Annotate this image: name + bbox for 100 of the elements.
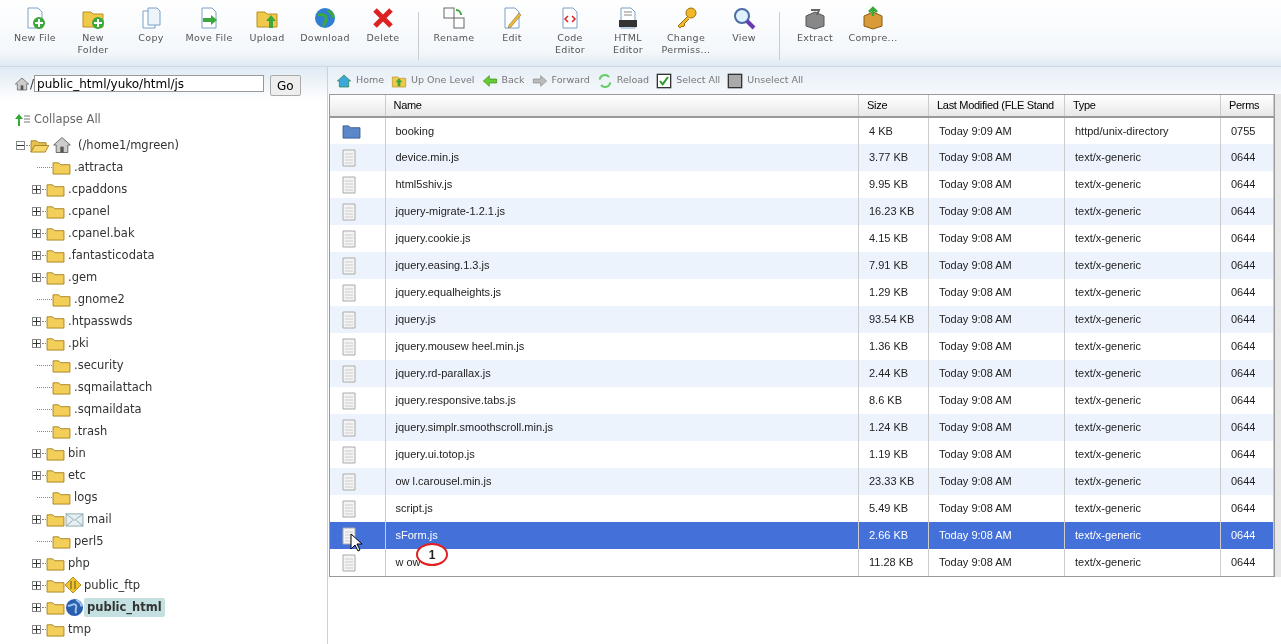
toolbar-button[interactable]: New Folder	[64, 6, 122, 66]
toolbar-button[interactable]: Edit	[483, 6, 541, 66]
tree-item[interactable]: .htpasswds	[65, 311, 136, 331]
nav-button[interactable]: Up One Level	[389, 72, 480, 89]
go-button[interactable]: Go	[270, 75, 301, 96]
file-row[interactable]: device.min.js 3.77 KB Today 9:08 AM text/x-generic 0644	[330, 144, 1274, 171]
folder-icon	[46, 599, 65, 615]
toolbar-button[interactable]: Download	[296, 6, 354, 66]
tree-item[interactable]: tmp	[65, 619, 94, 639]
tree-item[interactable]: .cpanel	[65, 201, 113, 221]
tree-item[interactable]: .cpaddons	[65, 179, 131, 199]
toolbar-button[interactable]: Move File	[180, 6, 238, 66]
expand-toggle[interactable]	[32, 558, 41, 568]
collapse-toggle[interactable]	[16, 140, 25, 150]
table-cell: device.min.js	[385, 144, 859, 171]
expand-toggle[interactable]	[32, 602, 41, 612]
tree-item[interactable]: public_html	[84, 597, 165, 617]
expand-toggle[interactable]	[32, 228, 41, 238]
expand-toggle[interactable]	[32, 580, 41, 590]
tree-item[interactable]: php	[65, 553, 93, 573]
expand-toggle[interactable]	[32, 470, 41, 480]
table-cell: 11.28 KB	[858, 549, 929, 576]
nav-button[interactable]: Unselect All	[725, 72, 809, 89]
toolbar-button[interactable]: Extract	[786, 6, 844, 66]
tree-item[interactable]: .sqmailattach	[71, 377, 156, 397]
table-cell: 1.24 KB	[858, 414, 929, 441]
tree-item[interactable]: perl5	[71, 531, 107, 551]
plus-icon	[33, 625, 40, 633]
folder-icon	[46, 445, 65, 461]
toolbar-button[interactable]: Rename	[425, 6, 483, 66]
tree-item[interactable]: .trash	[71, 421, 111, 441]
tree-item[interactable]: .gem	[65, 267, 101, 287]
toolbar-button[interactable]: Code Editor	[541, 6, 599, 66]
tree-item[interactable]: etc	[65, 465, 89, 485]
toolbar-button[interactable]: Compre...	[844, 6, 902, 66]
toolbar-button[interactable]: Copy	[122, 6, 180, 66]
file-icon	[342, 499, 356, 518]
tree-item[interactable]: mail	[84, 509, 115, 529]
forward-arrow-icon	[531, 72, 548, 89]
file-row[interactable]: sForm.js 2.66 KB Today 9:08 AM text/x-generic 0644	[330, 522, 1274, 549]
toolbar-button[interactable]: Change Permiss...	[657, 6, 715, 66]
tree-item[interactable]: .cpanel.bak	[65, 223, 138, 243]
collapse-icon	[14, 113, 30, 126]
toolbar-button[interactable]: View	[715, 6, 773, 66]
column-header[interactable]: Name	[385, 95, 859, 117]
tree-item[interactable]: .sqmaildata	[71, 399, 145, 419]
column-header[interactable]: Last Modified (FLE Stand	[928, 95, 1065, 117]
expand-toggle[interactable]	[32, 624, 41, 634]
tree-item[interactable]: public_ftp	[81, 575, 143, 595]
tree-item[interactable]: bin	[65, 443, 89, 463]
expand-toggle[interactable]	[32, 514, 41, 524]
nav-button[interactable]: Forward	[529, 72, 595, 89]
expand-toggle[interactable]	[32, 448, 41, 458]
envelope-icon	[65, 511, 84, 527]
toolbar-button[interactable]: HTML Editor	[599, 6, 657, 66]
tree-item[interactable]: (/home1/mgreen)	[75, 135, 183, 155]
nav-button[interactable]: Reload	[594, 72, 655, 89]
file-row[interactable]: jquery.simplr.smoothscroll.min.js 1.24 KB Today 9:08 AM text/x-generic 0644	[330, 414, 1274, 441]
folder-icon	[46, 247, 65, 263]
file-row[interactable]: jquery.easing.1.3.js 7.91 KB Today 9:08 AM text/x-generic 0644	[330, 252, 1274, 279]
expand-toggle[interactable]	[32, 184, 41, 194]
column-header[interactable]: Size	[858, 95, 929, 117]
expand-toggle[interactable]	[32, 206, 41, 216]
expand-toggle[interactable]	[32, 250, 41, 260]
table-cell: Today 9:08 AM	[928, 306, 1065, 333]
file-icon	[342, 445, 356, 464]
collapse-all-link[interactable]: Collapse All	[34, 111, 101, 129]
nav-button[interactable]: Select All	[654, 72, 726, 89]
folder-icon	[46, 225, 65, 241]
file-row[interactable]: jquery.js 93.54 KB Today 9:08 AM text/x-generic 0644	[330, 306, 1274, 333]
column-header[interactable]: Type	[1064, 95, 1221, 117]
file-row[interactable]: jquery-migrate-1.2.1.js 16.23 KB Today 9:08 AM text/x-generic 0644	[330, 198, 1274, 225]
file-row[interactable]: jquery.rd-parallax.js 2.44 KB Today 9:08 AM text/x-generic 0644	[330, 360, 1274, 387]
nav-button[interactable]: Home	[334, 72, 390, 89]
search-icon	[732, 6, 756, 30]
expand-toggle[interactable]	[32, 338, 41, 348]
scrollbar[interactable]	[1275, 94, 1281, 577]
plus-icon	[33, 603, 40, 611]
table-cell: 0644	[1220, 306, 1274, 333]
tree-item[interactable]: .fantasticodata	[65, 245, 158, 265]
tree-item[interactable]: .pki	[65, 333, 92, 353]
expand-toggle[interactable]	[32, 316, 41, 326]
home-icon	[14, 76, 30, 92]
nav-button[interactable]: Back	[479, 72, 530, 89]
column-header[interactable]: Perms	[1220, 95, 1274, 117]
folder-icon	[46, 555, 65, 571]
path-field[interactable]: public_html/yuko/html/js	[34, 75, 265, 92]
toolbar-button[interactable]: Delete	[354, 6, 412, 66]
toolbar-button[interactable]: New File	[6, 6, 64, 66]
tree-item[interactable]: .attracta	[71, 157, 127, 177]
tree-item[interactable]: logs	[71, 487, 101, 507]
checkbox-icon	[656, 72, 673, 89]
table-cell: 0644	[1220, 144, 1274, 171]
tree-item[interactable]: .gnome2	[71, 289, 128, 309]
table-cell: text/x-generic	[1064, 549, 1221, 576]
toolbar-button[interactable]: Upload	[238, 6, 296, 66]
tree-item[interactable]: .security	[71, 355, 127, 375]
home-icon	[336, 72, 352, 89]
file-row[interactable]: ow l.carousel.min.js 23.33 KB Today 9:08 AM text/x-generic 0644	[330, 468, 1274, 495]
expand-toggle[interactable]	[32, 272, 41, 282]
